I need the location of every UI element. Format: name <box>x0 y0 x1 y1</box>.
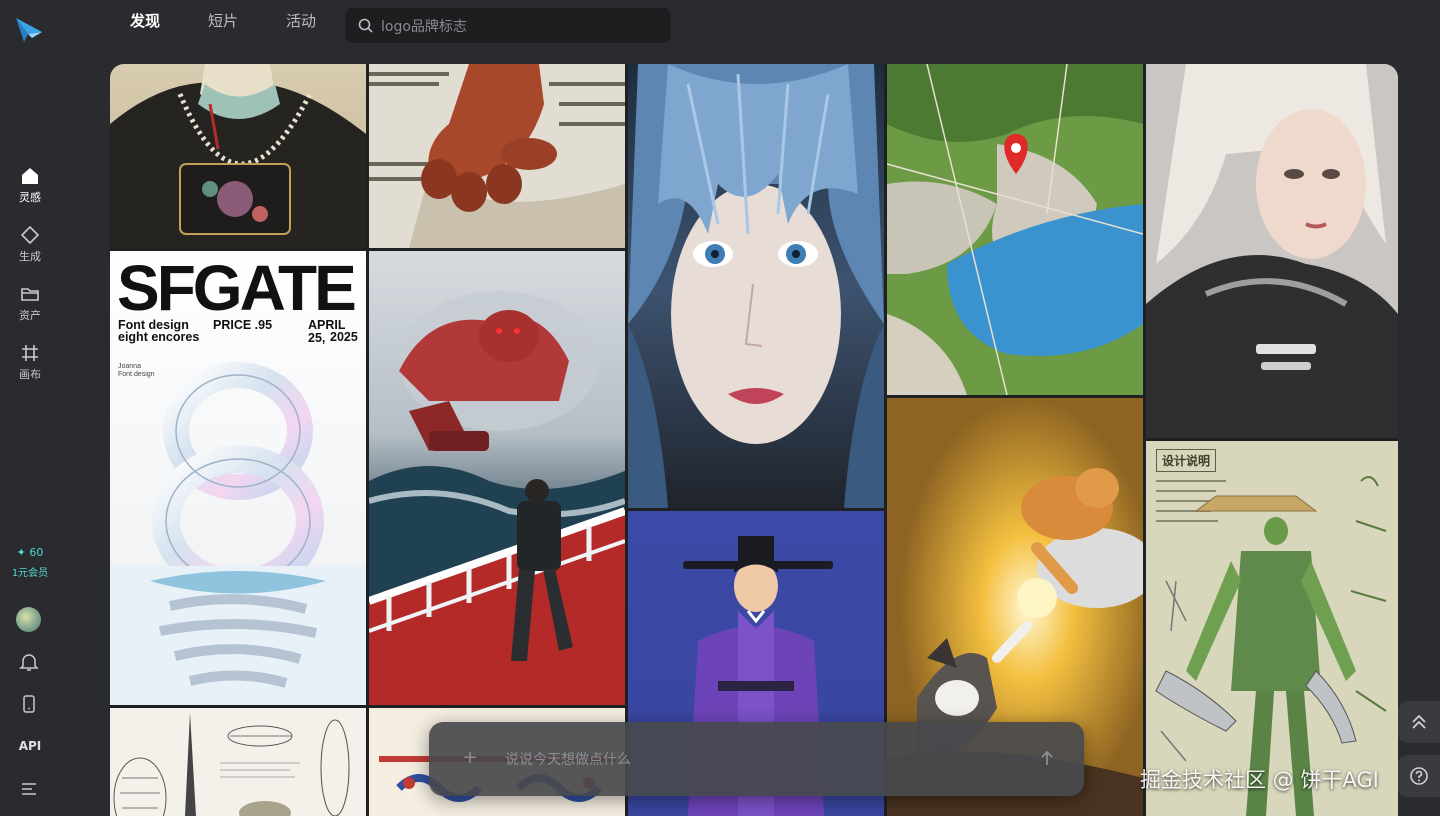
canvas-grid-icon <box>22 345 38 361</box>
help-circle-icon <box>1410 767 1428 785</box>
gallery-image <box>887 64 1143 395</box>
sidebar-item-generate[interactable]: 生成 <box>0 225 60 264</box>
gallery-card[interactable] <box>110 64 366 248</box>
send-arrow-icon[interactable] <box>1039 749 1055 767</box>
help-button[interactable] <box>1398 755 1440 797</box>
gallery-card[interactable]: 设计说明 <box>1146 441 1398 816</box>
gallery-image <box>1155 476 1387 816</box>
add-attachment-button[interactable]: + <box>461 746 479 770</box>
gallery-card[interactable] <box>887 64 1143 395</box>
poster-left-line2: eight encores <box>118 330 200 344</box>
sidebar-item-label: 生成 <box>19 250 41 263</box>
sidebar-item-label: 资产 <box>19 309 41 322</box>
sidebar-item-inspiration[interactable]: 灵感 <box>0 166 60 205</box>
gallery-card[interactable] <box>369 251 625 705</box>
gallery-card[interactable] <box>628 64 884 508</box>
gallery-image <box>369 291 625 705</box>
gallery-image <box>369 64 625 248</box>
watermark: 掘金技术社区 @ 饼干AGI <box>1140 768 1379 792</box>
gallery-image <box>110 64 366 248</box>
sidebar-item-canvas[interactable]: 画布 <box>0 343 60 382</box>
tab-events[interactable]: 活动 <box>286 10 316 31</box>
membership-link[interactable]: 1元会员 <box>0 564 60 579</box>
api-link[interactable]: API <box>0 739 60 753</box>
gallery-card-poster[interactable]: SFGATE Font design eight encores PRICE .… <box>110 251 366 705</box>
poster-price: PRICE .95 <box>213 318 273 332</box>
tab-shorts[interactable]: 短片 <box>208 10 238 31</box>
gallery-card[interactable] <box>1146 64 1398 438</box>
app-logo-icon[interactable] <box>14 16 44 44</box>
prompt-composer: + <box>429 722 1084 796</box>
scroll-to-top-button[interactable] <box>1398 701 1440 743</box>
sidebar-item-label: 灵感 <box>19 191 41 204</box>
sidebar-item-assets[interactable]: 资产 <box>0 284 60 323</box>
tab-discover[interactable]: 发现 <box>130 10 160 31</box>
mobile-phone-icon[interactable] <box>18 693 40 715</box>
search-input[interactable] <box>379 8 663 45</box>
credits-badge[interactable]: ✦ 60 1元会员 <box>0 546 60 579</box>
gallery-image <box>1146 64 1398 438</box>
menu-icon[interactable] <box>18 777 40 799</box>
poster-title: SFGATE <box>117 252 357 324</box>
gallery-image <box>628 64 884 508</box>
gallery-image <box>110 362 366 705</box>
gallery-card[interactable] <box>110 708 366 816</box>
search-bar <box>345 8 671 45</box>
home-icon <box>22 168 38 184</box>
double-chevron-up-icon <box>1412 714 1426 729</box>
poster-date-line2: 2025 <box>330 330 358 344</box>
prompt-input[interactable] <box>503 742 1027 778</box>
gallery-card[interactable] <box>369 64 625 248</box>
avatar[interactable] <box>16 607 41 632</box>
inspiration-gallery: SFGATE Font design eight encores PRICE .… <box>110 64 1398 816</box>
sidebar-item-label: 画布 <box>19 368 41 381</box>
diamond-icon <box>20 225 40 245</box>
search-icon <box>358 18 373 33</box>
sidebar: 灵感 生成 资产 画布 ✦ 60 1元会员 API <box>0 0 60 816</box>
folder-icon <box>21 288 39 301</box>
gallery-image <box>113 713 350 816</box>
bell-icon[interactable] <box>18 651 40 673</box>
credits-count: ✦ 60 <box>16 546 44 559</box>
